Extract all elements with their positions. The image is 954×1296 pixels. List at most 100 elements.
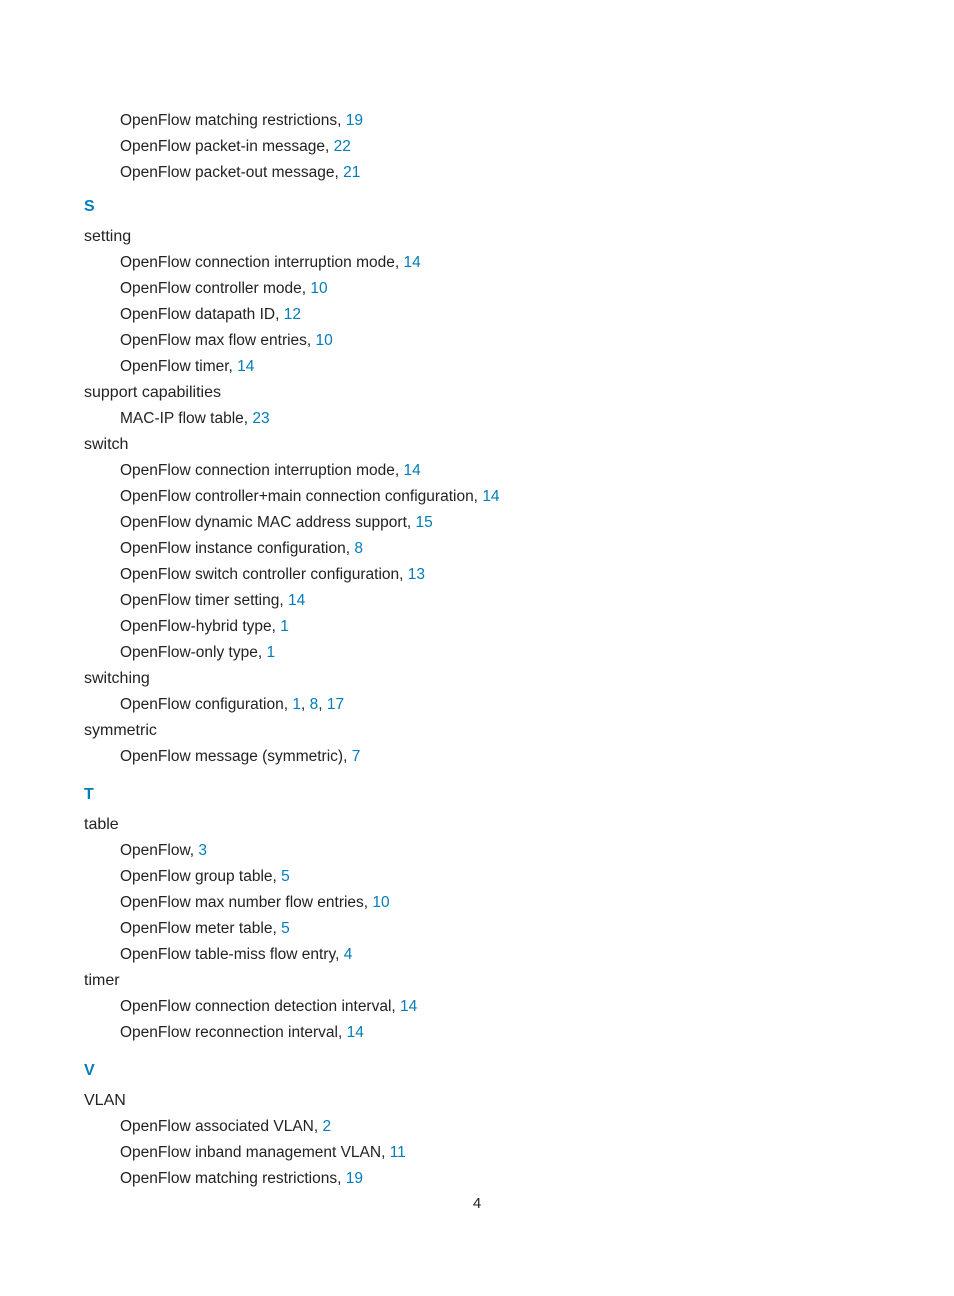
index-subentry: OpenFlow dynamic MAC address support, 15 — [120, 510, 702, 536]
page-link[interactable]: 3 — [198, 842, 207, 859]
subentry-text: OpenFlow timer setting, — [120, 592, 288, 609]
index-term: setting — [84, 224, 702, 250]
page-link[interactable]: 22 — [334, 138, 351, 155]
subentry-text: OpenFlow datapath ID, — [120, 306, 284, 323]
index-subentry: OpenFlow table-miss flow entry, 4 — [120, 942, 702, 968]
index-subentry: OpenFlow group table, 5 — [120, 864, 702, 890]
subentry-text: OpenFlow connection interruption mode, — [120, 254, 403, 271]
page-link[interactable]: 10 — [372, 894, 389, 911]
page-link[interactable]: 15 — [415, 514, 432, 531]
index-letter: V — [84, 1062, 702, 1080]
index-term: symmetric — [84, 718, 702, 744]
index-subentry: OpenFlow packet-out message, 21 — [120, 160, 702, 186]
page-link[interactable]: 17 — [327, 696, 344, 713]
subentry-text: OpenFlow group table, — [120, 868, 281, 885]
index-subentry: OpenFlow max number flow entries, 10 — [120, 890, 702, 916]
index-subentry: OpenFlow switch controller configuration… — [120, 562, 702, 588]
index-subentry: OpenFlow instance configuration, 8 — [120, 536, 702, 562]
page-link[interactable]: 5 — [281, 920, 290, 937]
subentry-text: OpenFlow-hybrid type, — [120, 618, 280, 635]
index-term: VLAN — [84, 1088, 702, 1114]
index-subentry: OpenFlow datapath ID, 12 — [120, 302, 702, 328]
subentry-text: OpenFlow matching restrictions, — [120, 1170, 346, 1187]
subentry-text: OpenFlow max number flow entries, — [120, 894, 372, 911]
page-link[interactable]: 10 — [316, 332, 333, 349]
index-subentry: OpenFlow reconnection interval, 14 — [120, 1020, 702, 1046]
subentry-text: OpenFlow connection detection interval, — [120, 998, 400, 1015]
page-link[interactable]: 14 — [347, 1024, 364, 1041]
subentry-text: OpenFlow max flow entries, — [120, 332, 316, 349]
subentry-text: OpenFlow timer, — [120, 358, 237, 375]
page-number: 4 — [0, 1195, 954, 1212]
page-link[interactable]: 14 — [237, 358, 254, 375]
page-separator: , — [318, 696, 327, 713]
page-link[interactable]: 1 — [266, 644, 275, 661]
page-link[interactable]: 14 — [403, 254, 420, 271]
subentry-text: OpenFlow connection interruption mode, — [120, 462, 403, 479]
subentry-text: OpenFlow packet-out message, — [120, 164, 343, 181]
page-link[interactable]: 11 — [390, 1144, 406, 1161]
index-subentry: OpenFlow timer, 14 — [120, 354, 702, 380]
index-subentry: OpenFlow matching restrictions, 19 — [120, 108, 702, 134]
index-term: switching — [84, 666, 702, 692]
index-subentry: OpenFlow controller+main connection conf… — [120, 484, 702, 510]
index-subentry: OpenFlow matching restrictions, 19 — [120, 1166, 702, 1192]
index-sections: SsettingOpenFlow connection interruption… — [84, 198, 702, 1192]
index-term: table — [84, 812, 702, 838]
page-link[interactable]: 14 — [288, 592, 305, 609]
page-link[interactable]: 5 — [281, 868, 290, 885]
index-subentry: OpenFlow message (symmetric), 7 — [120, 744, 702, 770]
index-subentry: OpenFlow packet-in message, 22 — [120, 134, 702, 160]
index-subentry: MAC-IP flow table, 23 — [120, 406, 702, 432]
index-subentry: OpenFlow connection interruption mode, 1… — [120, 250, 702, 276]
page-link[interactable]: 14 — [403, 462, 420, 479]
subentry-text: OpenFlow controller+main connection conf… — [120, 488, 482, 505]
subentry-text: OpenFlow controller mode, — [120, 280, 310, 297]
index-subentry: OpenFlow connection interruption mode, 1… — [120, 458, 702, 484]
page-link[interactable]: 1 — [292, 696, 301, 713]
page-link[interactable]: 2 — [322, 1118, 331, 1135]
index-subentry: OpenFlow associated VLAN, 2 — [120, 1114, 702, 1140]
subentry-text: OpenFlow, — [120, 842, 198, 859]
page-link[interactable]: 19 — [346, 1170, 363, 1187]
subentry-text: OpenFlow configuration, — [120, 696, 292, 713]
index-subentry: OpenFlow meter table, 5 — [120, 916, 702, 942]
subentry-text: OpenFlow matching restrictions, — [120, 112, 346, 129]
subentry-text: OpenFlow meter table, — [120, 920, 281, 937]
index-letter: S — [84, 198, 702, 216]
subentry-text: OpenFlow associated VLAN, — [120, 1118, 322, 1135]
page-link[interactable]: 1 — [280, 618, 289, 635]
index-page: OpenFlow matching restrictions, 19OpenFl… — [0, 0, 786, 1192]
page-link[interactable]: 14 — [482, 488, 499, 505]
index-subentry: OpenFlow max flow entries, 10 — [120, 328, 702, 354]
page-link[interactable]: 23 — [252, 410, 269, 427]
index-subentry: OpenFlow connection detection interval, … — [120, 994, 702, 1020]
index-letter: T — [84, 786, 702, 804]
page-link[interactable]: 7 — [352, 748, 361, 765]
subentry-text: OpenFlow dynamic MAC address support, — [120, 514, 415, 531]
subentry-text: OpenFlow switch controller configuration… — [120, 566, 408, 583]
index-subentry: OpenFlow configuration, 1, 8, 17 — [120, 692, 702, 718]
page-link[interactable]: 12 — [284, 306, 301, 323]
subentry-text: OpenFlow reconnection interval, — [120, 1024, 347, 1041]
index-term: support capabilities — [84, 380, 702, 406]
page-link[interactable]: 10 — [310, 280, 327, 297]
page-link[interactable]: 13 — [408, 566, 425, 583]
page-link[interactable]: 14 — [400, 998, 417, 1015]
index-term: timer — [84, 968, 702, 994]
index-subentry: OpenFlow-hybrid type, 1 — [120, 614, 702, 640]
subentry-text: OpenFlow inband management VLAN, — [120, 1144, 390, 1161]
subentry-text: OpenFlow message (symmetric), — [120, 748, 352, 765]
subentry-text: MAC-IP flow table, — [120, 410, 252, 427]
index-subentry: OpenFlow inband management VLAN, 11 — [120, 1140, 702, 1166]
subentry-text: OpenFlow packet-in message, — [120, 138, 334, 155]
subentry-text: OpenFlow instance configuration, — [120, 540, 354, 557]
page-link[interactable]: 4 — [344, 946, 353, 963]
page-link[interactable]: 19 — [346, 112, 363, 129]
page-link[interactable]: 8 — [354, 540, 363, 557]
page-link[interactable]: 21 — [343, 164, 360, 181]
orphan-subentries: OpenFlow matching restrictions, 19OpenFl… — [84, 108, 702, 186]
index-subentry: OpenFlow timer setting, 14 — [120, 588, 702, 614]
page-link[interactable]: 8 — [310, 696, 319, 713]
subentry-text: OpenFlow table-miss flow entry, — [120, 946, 344, 963]
